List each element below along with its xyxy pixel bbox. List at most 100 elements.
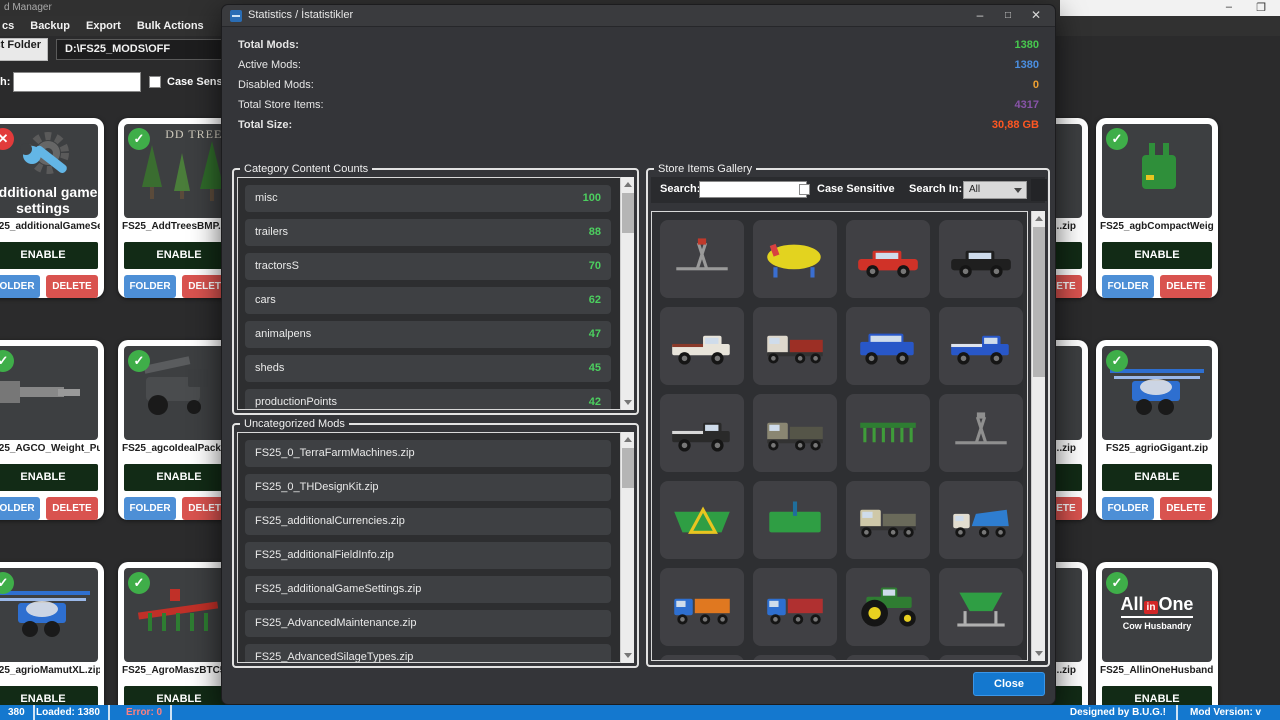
delete-button[interactable]: DELETE [46, 275, 98, 298]
select-folder-button[interactable]: lect Folder [0, 38, 48, 61]
store-item-tile[interactable] [753, 568, 837, 646]
stat-value: 1380 [1015, 39, 1039, 51]
gallery-scrollbar[interactable] [1031, 211, 1045, 661]
gallery-grid [651, 211, 1028, 661]
search-label: h: [0, 76, 10, 88]
uncategorized-mod-row[interactable]: FS25_0_TerraFarmMachines.zip [245, 440, 611, 467]
menu-item-bulk-actions[interactable]: Bulk Actions [137, 20, 204, 32]
status-mod-version: Mod Version: v [1190, 705, 1261, 720]
folder-button[interactable]: FOLDER [1102, 497, 1154, 520]
enable-button[interactable]: ENABLE [124, 242, 234, 269]
search-input[interactable] [13, 72, 141, 92]
menu-item-export[interactable]: Export [86, 20, 121, 32]
category-counts-groupbox: Category Content Counts misc100trailers8… [232, 163, 639, 415]
store-item-tile[interactable] [660, 481, 744, 559]
store-item-tile[interactable] [846, 394, 930, 472]
store-item-tile[interactable] [660, 307, 744, 385]
folder-button[interactable]: FOLDER [124, 497, 176, 520]
menu-item-cs[interactable]: cs [2, 20, 14, 32]
enabled-check-icon: ✓ [1106, 350, 1128, 372]
scrollbar-thumb[interactable] [1033, 227, 1045, 377]
store-item-tile[interactable] [846, 655, 930, 661]
scroll-up-icon[interactable] [624, 437, 632, 442]
category-count: 100 [583, 185, 601, 212]
dialog-maximize-icon[interactable]: □ [999, 10, 1017, 21]
folder-button[interactable]: FOLDER [0, 275, 40, 298]
category-name: cars [255, 294, 276, 306]
case-sensitive-checkbox[interactable] [149, 76, 161, 88]
folder-button[interactable]: FOLDER [1102, 275, 1154, 298]
store-item-tile[interactable] [753, 655, 837, 661]
category-row[interactable]: animalpens47 [245, 321, 611, 348]
store-item-tile[interactable] [939, 655, 1023, 661]
store-item-image [945, 497, 1017, 543]
uncategorized-mod-row[interactable]: FS25_AdvancedSilageTypes.zip [245, 644, 611, 663]
store-item-tile[interactable] [660, 220, 744, 298]
enable-button[interactable]: ENABLE [0, 242, 98, 269]
store-item-tile[interactable] [846, 568, 930, 646]
store-item-tile[interactable] [846, 481, 930, 559]
category-row[interactable]: cars62 [245, 287, 611, 314]
stat-row: Disabled Mods:0 [238, 79, 1039, 99]
store-item-tile[interactable] [660, 568, 744, 646]
store-item-tile[interactable] [660, 394, 744, 472]
mod-card: ✓FS25_agrioMamutXL.zipENABLEFOLDERDELETE [0, 562, 104, 720]
store-item-tile[interactable] [753, 394, 837, 472]
delete-button[interactable]: DELETE [1160, 275, 1212, 298]
store-item-tile[interactable] [660, 655, 744, 661]
delete-button[interactable]: DELETE [46, 497, 98, 520]
scroll-up-icon[interactable] [1035, 216, 1043, 221]
category-row[interactable]: sheds45 [245, 355, 611, 382]
stat-label: Total Store Items: [238, 99, 324, 111]
dialog-minimize-icon[interactable]: – [971, 8, 989, 22]
store-item-tile[interactable] [939, 481, 1023, 559]
uncategorized-mod-row[interactable]: FS25_additionalCurrencies.zip [245, 508, 611, 535]
minimize-icon[interactable]: – [1226, 1, 1232, 13]
category-count: 45 [589, 355, 601, 382]
category-row[interactable]: trailers88 [245, 219, 611, 246]
uncategorized-mod-row[interactable]: FS25_additionalGameSettings.zip [245, 576, 611, 603]
store-item-tile[interactable] [753, 307, 837, 385]
store-item-tile[interactable] [939, 220, 1023, 298]
scrollbar-thumb[interactable] [622, 193, 634, 233]
menu-item-backup[interactable]: Backup [30, 20, 70, 32]
store-item-tile[interactable] [939, 307, 1023, 385]
store-item-tile[interactable] [846, 307, 930, 385]
category-scrollbar[interactable] [620, 177, 634, 410]
maximize-icon[interactable]: ❐ [1256, 1, 1266, 14]
store-item-image [666, 323, 738, 369]
gallery-search-in-dropdown[interactable]: All [963, 181, 1027, 199]
store-item-tile[interactable] [753, 220, 837, 298]
scroll-down-icon[interactable] [624, 400, 632, 405]
category-row[interactable]: productionPoints42 [245, 389, 611, 410]
background-window-titlebar: – ❐ [1060, 0, 1280, 17]
status-bar: 380 Loaded: 1380 Error: 0 Designed by B.… [0, 705, 1280, 720]
folder-button[interactable]: FOLDER [0, 497, 40, 520]
mod-thumbnail [0, 346, 98, 440]
gallery-case-sensitive-checkbox[interactable] [799, 184, 810, 195]
uncategorized-mod-row[interactable]: FS25_additionalFieldInfo.zip [245, 542, 611, 569]
uncategorized-mod-row[interactable]: FS25_AdvancedMaintenance.zip [245, 610, 611, 637]
scroll-down-icon[interactable] [1035, 651, 1043, 656]
store-item-tile[interactable] [846, 220, 930, 298]
store-item-tile[interactable] [753, 481, 837, 559]
category-row[interactable]: tractorsS70 [245, 253, 611, 280]
close-button[interactable]: Close [973, 672, 1045, 696]
enable-button[interactable]: ENABLE [1102, 464, 1212, 491]
category-row[interactable]: misc100 [245, 185, 611, 212]
uncategorized-scrollbar[interactable] [620, 432, 634, 663]
uncategorized-mod-row[interactable]: FS25_0_THDesignKit.zip [245, 474, 611, 501]
scroll-down-icon[interactable] [624, 653, 632, 658]
dialog-close-icon[interactable]: ✕ [1027, 8, 1045, 22]
folder-button[interactable]: FOLDER [124, 275, 176, 298]
enable-button[interactable]: ENABLE [1102, 242, 1212, 269]
store-item-tile[interactable] [939, 568, 1023, 646]
gallery-search-input[interactable] [699, 181, 807, 198]
scrollbar-thumb[interactable] [622, 448, 634, 488]
scroll-up-icon[interactable] [624, 182, 632, 187]
delete-button[interactable]: DELETE [1160, 497, 1212, 520]
enable-button[interactable]: ENABLE [124, 464, 234, 491]
enable-button[interactable]: ENABLE [0, 464, 98, 491]
mod-thumbnail [0, 568, 98, 662]
store-item-tile[interactable] [939, 394, 1023, 472]
